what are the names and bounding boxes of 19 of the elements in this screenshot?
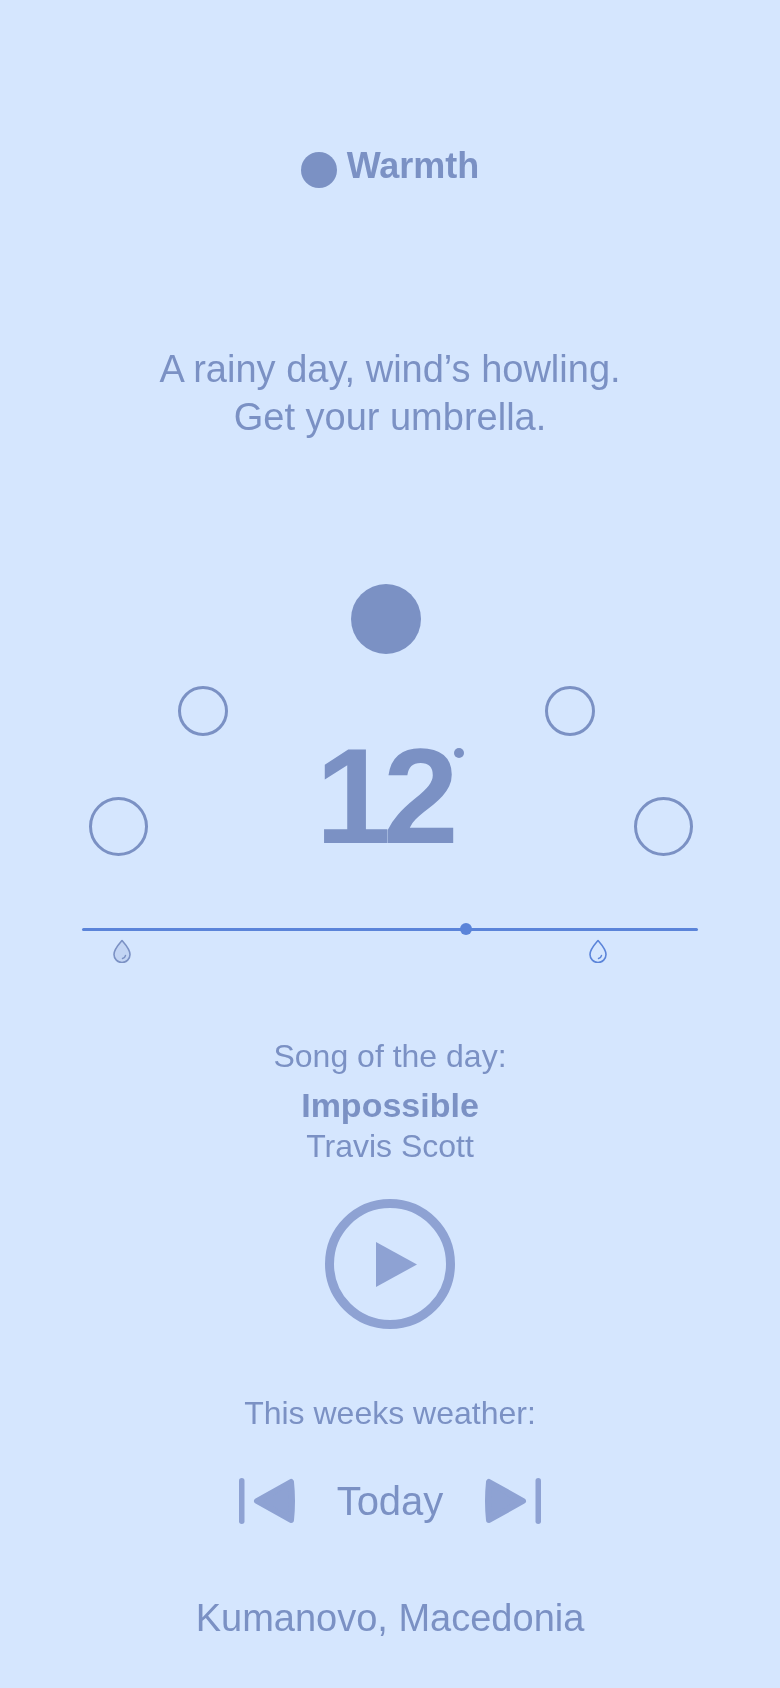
water-drop-icon	[588, 939, 608, 963]
previous-day-button[interactable]	[238, 1478, 295, 1524]
song-label: Song of the day:	[273, 1037, 507, 1075]
week-label: This weeks weather:	[244, 1394, 536, 1432]
water-drop-icon	[112, 939, 132, 963]
app-title: Warmth	[346, 146, 480, 186]
location-label: Kumanovo, Macedonia	[195, 1596, 585, 1640]
day-label: Today	[336, 1478, 444, 1525]
song-title: Impossible	[301, 1085, 479, 1125]
weather-summary: A rainy day, wind’s howling. Get your umbrella.	[158, 347, 622, 440]
song-artist: Travis Scott	[306, 1127, 474, 1165]
skip-next-icon	[485, 1478, 542, 1524]
timeline-track[interactable]	[82, 923, 698, 935]
timeline-thumb[interactable]	[459, 923, 472, 935]
temperature-value: 12	[315, 728, 451, 864]
next-day-button[interactable]	[485, 1478, 542, 1524]
skip-previous-icon	[238, 1478, 295, 1524]
play-icon	[375, 1241, 417, 1287]
play-button[interactable]	[325, 1199, 455, 1329]
